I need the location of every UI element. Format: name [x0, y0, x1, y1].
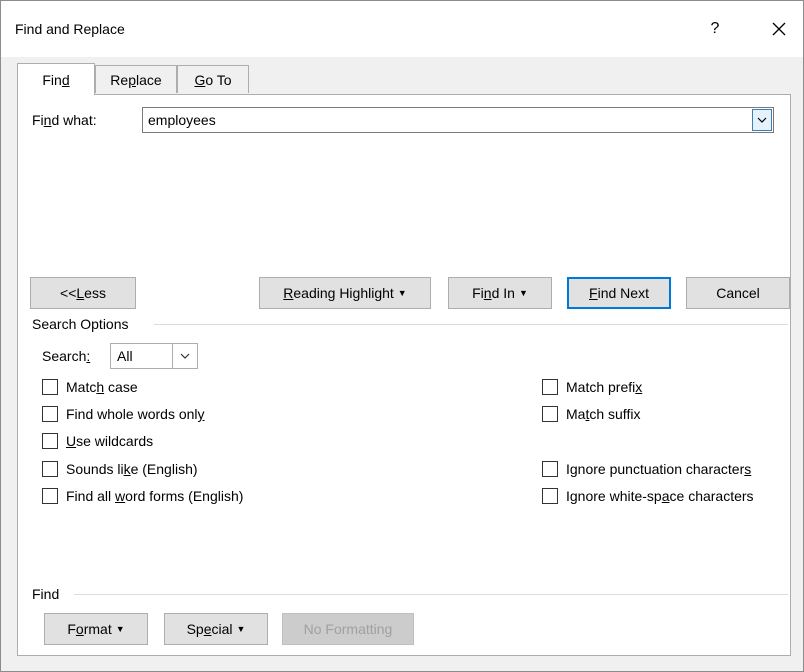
wildcards-option[interactable]: Use wildcards [42, 433, 153, 449]
ignore-punctuation-option[interactable]: Ignore punctuation characters [542, 461, 751, 477]
match-prefix-checkbox[interactable] [542, 379, 558, 395]
whole-words-label: Find whole words only [66, 406, 205, 422]
tab-find-label: Find [42, 71, 70, 88]
sounds-like-label: Sounds like (English) [66, 461, 198, 477]
tab-replace[interactable]: Replace [95, 65, 177, 93]
format-button[interactable]: Fo rmat ▼ [44, 613, 148, 645]
match-suffix-option[interactable]: Match suffix [542, 406, 640, 422]
reading-highlight-button[interactable]: Reading Highlight ▼ [259, 277, 431, 309]
match-suffix-label: Match suffix [566, 406, 641, 422]
cancel-button[interactable]: Cancel [686, 277, 790, 309]
close-button[interactable] [757, 11, 801, 47]
match-prefix-label: Match prefix [566, 379, 643, 395]
divider [154, 324, 788, 325]
no-formatting-button[interactable]: No Formatting [282, 613, 414, 645]
whole-words-checkbox[interactable] [42, 406, 58, 422]
special-button[interactable]: Sp e cial ▼ [164, 613, 268, 645]
chevron-down-icon [180, 353, 190, 359]
ignore-whitespace-checkbox[interactable] [542, 488, 558, 504]
find-format-heading: Find [32, 586, 60, 602]
search-direction-value: All [117, 348, 133, 364]
sounds-like-checkbox[interactable] [42, 461, 58, 477]
match-suffix-checkbox[interactable] [542, 406, 558, 422]
tab-find[interactable]: Find [17, 63, 95, 95]
match-case-label: Match case [66, 379, 138, 395]
word-forms-option[interactable]: Find all word forms (English) [42, 488, 243, 504]
dropdown-arrow-icon: ▼ [397, 288, 407, 298]
match-case-checkbox[interactable] [42, 379, 58, 395]
tab-replace-label: Replace [110, 71, 162, 88]
tab-goto[interactable]: Go To [177, 65, 249, 93]
find-what-value: employees [148, 112, 216, 128]
sounds-like-option[interactable]: Sounds like (English) [42, 461, 198, 477]
dropdown-arrow-icon: ▼ [115, 624, 125, 634]
divider [74, 594, 788, 595]
help-button[interactable]: ? [693, 11, 737, 47]
match-case-option[interactable]: Match case [42, 379, 138, 395]
search-direction-select[interactable]: All [110, 343, 198, 369]
tab-goto-label: Go To [194, 71, 232, 88]
close-icon [772, 22, 786, 36]
dropdown-arrow-icon: ▼ [236, 624, 246, 634]
less-button[interactable]: << Less [30, 277, 136, 309]
whole-words-option[interactable]: Find whole words only [42, 406, 205, 422]
word-forms-label: Find all word forms (English) [66, 488, 244, 504]
ignore-whitespace-option[interactable]: Ignore white-space characters [542, 488, 754, 504]
dropdown-arrow-icon: ▼ [518, 288, 528, 298]
word-forms-checkbox[interactable] [42, 488, 58, 504]
help-icon: ? [710, 20, 720, 37]
wildcards-checkbox[interactable] [42, 433, 58, 449]
chevron-down-icon [757, 117, 767, 123]
wildcards-label: Use wildcards [66, 433, 154, 449]
search-options-heading: Search Options [32, 316, 129, 332]
find-in-button[interactable]: Fi n d In ▼ [448, 277, 552, 309]
find-next-button[interactable]: Find Next [567, 277, 671, 309]
ignore-whitespace-label: Ignore white-space characters [566, 488, 754, 504]
search-direction-label: Search: [42, 348, 91, 364]
ignore-punctuation-checkbox[interactable] [542, 461, 558, 477]
ignore-punctuation-label: Ignore punctuation characters [566, 461, 752, 477]
find-tab-panel: Find what: employees << Less Reading Hig… [17, 94, 791, 656]
find-history-dropdown[interactable] [752, 109, 772, 131]
search-direction-dropdown[interactable] [172, 344, 197, 368]
dialog-title: Find and Replace [15, 21, 125, 37]
find-replace-dialog: Find and Replace ? Find Replace Go To Fi… [0, 0, 804, 672]
match-prefix-option[interactable]: Match prefix [542, 379, 642, 395]
find-what-label: Find what: [32, 112, 97, 128]
find-what-input[interactable]: employees [142, 107, 774, 133]
title-bar: Find and Replace ? [1, 1, 803, 57]
